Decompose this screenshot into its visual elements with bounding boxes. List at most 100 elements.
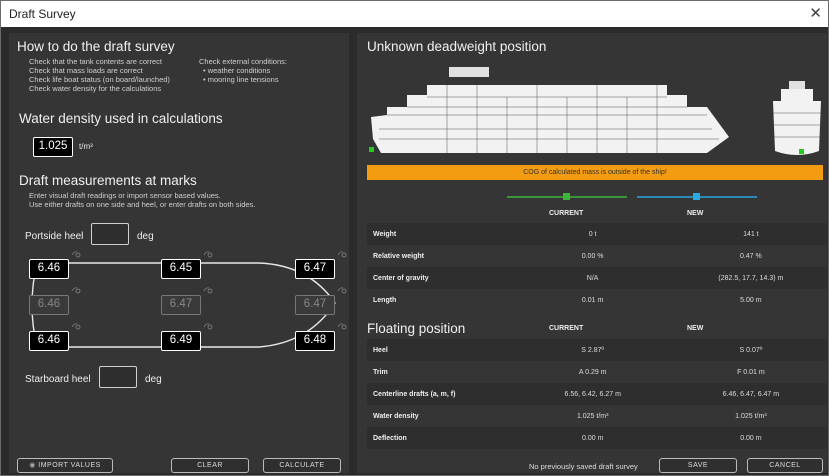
row-new: S 0.07º xyxy=(668,339,827,361)
draft-aft-center[interactable]: 6.46 xyxy=(29,295,69,315)
sensor-icon[interactable] xyxy=(337,286,347,294)
current-legend-marker xyxy=(507,193,627,200)
table-row: Centerline drafts (a, m, f) 6.56, 6.42, 6… xyxy=(367,383,827,405)
window-title: Draft Survey xyxy=(9,7,76,21)
cog-warning-banner: COG of calculated mass is outside of the… xyxy=(367,165,823,180)
draft-fwd-port[interactable]: 6.47 xyxy=(295,259,335,279)
water-density-field[interactable]: 1.025 xyxy=(33,137,73,157)
row-new: 1.025 t/m³ xyxy=(668,405,827,427)
sensor-icon[interactable] xyxy=(203,322,213,330)
row-current: 1.025 t/m³ xyxy=(510,405,669,427)
table-row: Relative weight 0.00 % 0.47 % xyxy=(367,245,827,267)
howto-steps-right: Check external conditions: • weather con… xyxy=(199,57,287,84)
draft-mid-center[interactable]: 6.47 xyxy=(161,295,201,315)
deadweight-table: Weight 0 t 141 t Relative weight 0.00 % 0.47… xyxy=(367,223,827,311)
row-new: 5.00 m xyxy=(668,289,827,311)
deadweight-heading: Unknown deadweight position xyxy=(367,39,547,54)
sensor-icon[interactable] xyxy=(71,250,81,258)
import-icon: ◉ xyxy=(29,462,36,469)
calculate-button[interactable]: CALCULATE xyxy=(263,458,341,473)
table-row: Heel S 2.87º S 0.07º xyxy=(367,339,827,361)
save-button[interactable]: SAVE xyxy=(659,458,737,473)
portside-heel-label: Portside heel xyxy=(25,231,84,242)
row-current: 0.01 m xyxy=(510,289,669,311)
marks-heading: Draft measurements at marks xyxy=(19,173,197,188)
table-row: Trim A 0.29 mF 0.01 m xyxy=(367,361,827,383)
howto-heading: How to do the draft survey xyxy=(17,39,175,54)
right-panel: Unknown deadweight position COG of calcu… xyxy=(357,33,827,473)
draft-mid-port[interactable]: 6.45 xyxy=(161,259,201,279)
howto-step: Check water density for the calculations xyxy=(29,84,162,93)
marks-instructions: Enter visual draft readings or import se… xyxy=(29,191,255,209)
howto-steps-left: Check that the tank contents are correct… xyxy=(29,57,170,93)
import-values-label: IMPORT VALUES xyxy=(38,462,101,469)
row-key: Centerline drafts (a, m, f) xyxy=(367,383,511,405)
row-current: S 2.87º xyxy=(510,339,669,361)
row-current: 0.00 % xyxy=(510,245,669,267)
row-key: Trim xyxy=(367,361,511,383)
saved-status-text: No previously saved draft survey xyxy=(529,462,638,471)
table-row: Center of gravity N/A (282.5, 17.7, 14.3) … xyxy=(367,267,827,289)
row-new: 0.00 m xyxy=(668,427,827,449)
marks-instruction: Use either drafts on one side and heel, … xyxy=(29,200,256,209)
row-key: Water density xyxy=(367,405,511,427)
sensor-icon[interactable] xyxy=(203,286,213,294)
draft-fwd-starboard[interactable]: 6.48 xyxy=(295,331,335,351)
portside-heel-unit: deg xyxy=(137,231,154,242)
row-key: Weight xyxy=(367,223,511,245)
table-row: Weight 0 t 141 t xyxy=(367,223,827,245)
draft-aft-port[interactable]: 6.46 xyxy=(29,259,69,279)
floating-col-new: NEW xyxy=(687,325,704,332)
sensor-icon[interactable] xyxy=(337,322,347,330)
starboard-heel-unit: deg xyxy=(145,374,162,385)
sensor-icon[interactable] xyxy=(71,322,81,330)
sensor-icon[interactable] xyxy=(203,250,213,258)
row-new: 6.46, 6.47, 6.47 m xyxy=(668,383,827,405)
row-current: A 0.29 m xyxy=(510,361,669,383)
row-new: (282.5, 17.7, 14.3) m xyxy=(668,267,827,289)
row-new: F 0.01 m xyxy=(668,361,827,383)
row-new: 141 t xyxy=(668,223,827,245)
density-heading: Water density used in calculations xyxy=(19,111,223,126)
ship-side-view xyxy=(369,67,729,153)
title-bar: Draft Survey ✕ xyxy=(1,1,828,27)
floating-col-current: CURRENT xyxy=(549,325,584,332)
table-row: Length 0.01 m 5.00 m xyxy=(367,289,827,311)
floating-table: Heel S 2.87º S 0.07º Trim A 0.29 mF 0.01 m … xyxy=(367,339,827,449)
howto-step: • weather conditions xyxy=(203,66,271,75)
marks-instruction: Enter visual draft readings or import se… xyxy=(29,191,221,200)
draft-fwd-center[interactable]: 6.47 xyxy=(295,295,335,315)
new-legend-marker xyxy=(637,193,757,200)
close-icon[interactable]: ✕ xyxy=(809,4,822,22)
row-current: N/A xyxy=(510,267,669,289)
deadweight-col-new: NEW xyxy=(687,210,704,217)
portside-heel-field[interactable] xyxy=(91,223,129,245)
starboard-heel-field[interactable] xyxy=(99,366,137,388)
howto-step: Check that mass loads are correct xyxy=(29,66,143,75)
row-key: Deflection xyxy=(367,427,511,449)
table-row: Water density 1.025 t/m³ 1.025 t/m³ xyxy=(367,405,827,427)
density-unit: t/m³ xyxy=(79,142,93,151)
howto-step: Check that the tank contents are correct xyxy=(29,57,162,66)
clear-button[interactable]: CLEAR xyxy=(171,458,249,473)
cancel-button[interactable]: CANCEL xyxy=(747,458,823,473)
deadweight-col-current: CURRENT xyxy=(549,210,584,217)
import-values-button[interactable]: ◉ IMPORT VALUES xyxy=(17,458,113,473)
row-key: Heel xyxy=(367,339,511,361)
row-key: Relative weight xyxy=(367,245,511,267)
howto-right-title: Check external conditions: xyxy=(199,57,287,66)
row-current: 0 t xyxy=(510,223,669,245)
row-key: Center of gravity xyxy=(367,267,511,289)
floating-heading: Floating position xyxy=(367,321,466,336)
ship-section-view xyxy=(773,81,821,155)
howto-step: • mooring line tensions xyxy=(203,75,279,84)
sensor-icon[interactable] xyxy=(71,286,81,294)
row-key: Length xyxy=(367,289,511,311)
table-row: Deflection 0.00 m 0.00 m xyxy=(367,427,827,449)
draft-mid-starboard[interactable]: 6.49 xyxy=(161,331,201,351)
left-panel: How to do the draft survey Check that th… xyxy=(9,33,349,473)
draft-aft-starboard[interactable]: 6.46 xyxy=(29,331,69,351)
row-new: 0.47 % xyxy=(668,245,827,267)
starboard-heel-label: Starboard heel xyxy=(25,374,91,385)
sensor-icon[interactable] xyxy=(337,250,347,258)
